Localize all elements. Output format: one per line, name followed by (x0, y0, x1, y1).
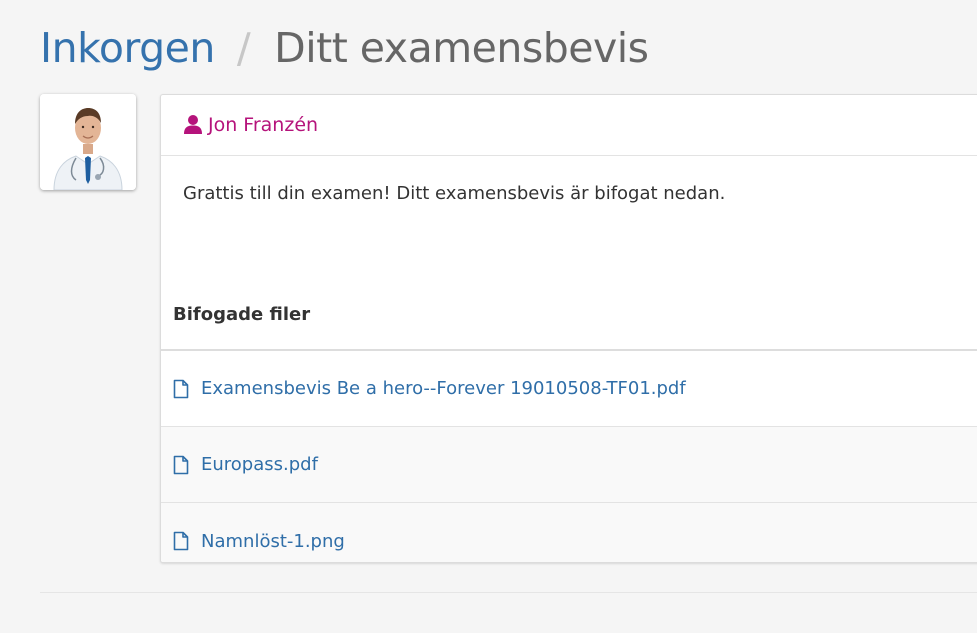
attachment-name[interactable]: Examensbevis Be a hero--Forever 19010508… (201, 378, 686, 399)
message-panel: Jon Franzén Grattis till din examen! Dit… (160, 94, 977, 563)
user-icon (184, 115, 202, 134)
message-body: Grattis till din examen! Ditt examensbev… (183, 183, 726, 204)
sender-name[interactable]: Jon Franzén (208, 114, 318, 136)
attachment-name[interactable]: Europass.pdf (201, 454, 318, 475)
breadcrumb: Inkorgen / Ditt examensbevis (40, 20, 649, 76)
divider (40, 592, 977, 593)
file-icon (173, 531, 189, 551)
sender-avatar (40, 94, 136, 190)
attachment-item[interactable]: Namnlöst-1.png (161, 503, 977, 562)
breadcrumb-inbox-link[interactable]: Inkorgen (40, 24, 215, 72)
attachment-item[interactable]: Europass.pdf (161, 427, 977, 503)
page-title: Ditt examensbevis (274, 24, 649, 72)
attachment-name[interactable]: Namnlöst-1.png (201, 531, 345, 552)
attachments-header: Bifogade filer (161, 278, 977, 351)
breadcrumb-separator: / (236, 24, 251, 72)
file-icon (173, 455, 189, 474)
file-icon (173, 379, 189, 398)
sender-row: Jon Franzén (161, 95, 977, 156)
attachment-item[interactable]: Examensbevis Be a hero--Forever 19010508… (161, 351, 977, 427)
